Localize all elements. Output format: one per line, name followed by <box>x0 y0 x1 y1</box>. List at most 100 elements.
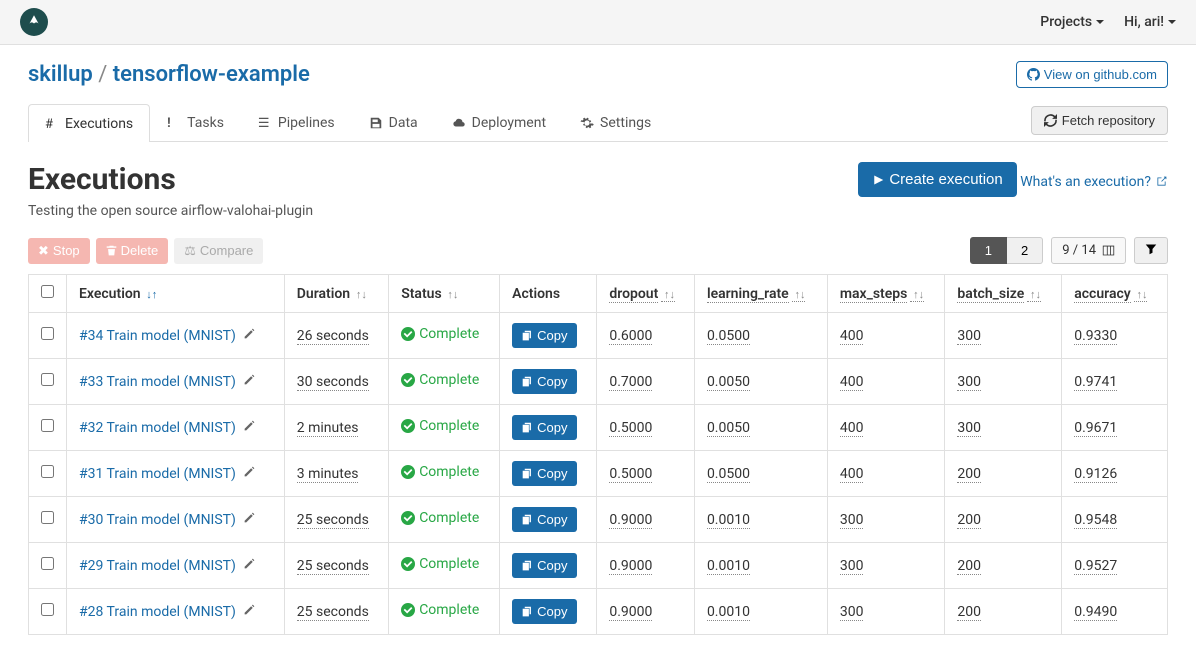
accuracy-value: 0.9330 <box>1074 328 1117 345</box>
page-title: Executions <box>28 162 313 197</box>
exclaim-icon: ! <box>167 116 181 130</box>
duration-value: 3 minutes <box>297 466 359 483</box>
pager-2[interactable]: 2 <box>1007 237 1043 264</box>
page-subtitle: Testing the open source airflow-valohai-… <box>28 203 313 219</box>
fetch-repository-button[interactable]: Fetch repository <box>1031 106 1168 135</box>
max-steps-value: 300 <box>840 558 864 575</box>
duration-value: 2 minutes <box>297 420 359 437</box>
row-checkbox[interactable] <box>41 465 54 478</box>
copy-button[interactable]: Copy <box>512 461 577 486</box>
tab-pipelines[interactable]: ☰Pipelines <box>241 104 352 141</box>
col-accuracy[interactable]: accuracy ↑↓ <box>1062 275 1168 313</box>
sort-icon: ↑↓ <box>910 288 924 302</box>
execution-link[interactable]: #31 Train model (MNIST) <box>79 466 236 482</box>
stop-button[interactable]: ✖Stop <box>28 238 90 264</box>
col-batch-size[interactable]: batch_size ↑↓ <box>945 275 1062 313</box>
duration-value: 25 seconds <box>297 512 369 529</box>
duration-value: 25 seconds <box>297 558 369 575</box>
col-learning-rate[interactable]: learning_rate ↑↓ <box>694 275 827 313</box>
table-row: #29 Train model (MNIST) 25 seconds Comple… <box>29 543 1168 589</box>
max-steps-value: 400 <box>840 328 864 345</box>
col-dropout[interactable]: dropout ↑↓ <box>597 275 695 313</box>
breadcrumb-org[interactable]: skillup <box>28 62 93 87</box>
col-status[interactable]: Status ↑↓ <box>389 275 500 313</box>
accuracy-value: 0.9741 <box>1074 374 1117 391</box>
pager-1[interactable]: 1 <box>970 237 1007 264</box>
github-label: View on github.com <box>1044 67 1157 82</box>
dropout-value: 0.6000 <box>609 328 652 345</box>
row-checkbox[interactable] <box>41 557 54 570</box>
row-checkbox[interactable] <box>41 373 54 386</box>
sort-icon: ↑↓ <box>1027 288 1041 302</box>
execution-link[interactable]: #32 Train model (MNIST) <box>79 420 236 436</box>
pencil-icon[interactable] <box>243 374 256 390</box>
row-checkbox[interactable] <box>41 419 54 432</box>
copy-button[interactable]: Copy <box>512 553 577 578</box>
pencil-icon[interactable] <box>243 328 256 344</box>
row-checkbox[interactable] <box>41 603 54 616</box>
pencil-icon[interactable] <box>243 558 256 574</box>
table-row: #31 Train model (MNIST) 3 minutes Complet… <box>29 451 1168 497</box>
sort-icon: ↑↓ <box>1134 288 1148 302</box>
copy-button[interactable]: Copy <box>512 415 577 440</box>
tab-executions[interactable]: #Executions <box>28 104 150 142</box>
columns-icon <box>1102 244 1115 257</box>
copy-button[interactable]: Copy <box>512 507 577 532</box>
tab-tasks[interactable]: !Tasks <box>150 104 241 141</box>
col-duration[interactable]: Duration ↑↓ <box>284 275 388 313</box>
view-github-button[interactable]: View on github.com <box>1016 61 1168 88</box>
brand-logo[interactable] <box>20 8 48 36</box>
hash-icon: # <box>45 117 59 131</box>
tab-deployment[interactable]: Deployment <box>435 104 563 141</box>
learning-rate-value: 0.0050 <box>707 374 750 391</box>
execution-link[interactable]: #34 Train model (MNIST) <box>79 328 236 344</box>
user-menu[interactable]: Hi, ari! <box>1124 14 1176 30</box>
bars-icon: ☰ <box>258 116 272 130</box>
col-max-steps[interactable]: max_steps ↑↓ <box>827 275 945 313</box>
github-icon <box>1027 68 1040 81</box>
status-badge: Complete <box>401 464 479 480</box>
sort-icon: ↑↓ <box>353 288 367 301</box>
max-steps-value: 400 <box>840 466 864 483</box>
pencil-icon[interactable] <box>243 604 256 620</box>
learning-rate-value: 0.0500 <box>707 466 750 483</box>
batch-size-value: 200 <box>957 558 981 575</box>
pencil-icon[interactable] <box>243 512 256 528</box>
status-badge: Complete <box>401 326 479 342</box>
delete-button[interactable]: Delete <box>96 238 169 264</box>
dropout-value: 0.5000 <box>609 420 652 437</box>
dropout-value: 0.9000 <box>609 558 652 575</box>
tab-data[interactable]: Data <box>352 104 435 141</box>
status-badge: Complete <box>401 372 479 388</box>
row-checkbox[interactable] <box>41 327 54 340</box>
copy-button[interactable]: Copy <box>512 369 577 394</box>
execution-link[interactable]: #30 Train model (MNIST) <box>79 512 236 528</box>
max-steps-value: 300 <box>840 604 864 621</box>
execution-link[interactable]: #28 Train model (MNIST) <box>79 604 236 620</box>
status-badge: Complete <box>401 556 479 572</box>
projects-menu[interactable]: Projects <box>1040 14 1104 30</box>
breadcrumb-project[interactable]: tensorflow-example <box>113 62 310 87</box>
filter-button[interactable] <box>1134 237 1168 264</box>
execution-link[interactable]: #29 Train model (MNIST) <box>79 558 236 574</box>
col-execution[interactable]: Execution ↓↑ <box>67 275 285 313</box>
pencil-icon[interactable] <box>243 420 256 436</box>
create-execution-button[interactable]: Create execution <box>858 162 1016 197</box>
max-steps-value: 400 <box>840 420 864 437</box>
select-all-checkbox[interactable] <box>41 285 54 298</box>
cloud-icon <box>452 116 466 130</box>
columns-indicator[interactable]: 9 / 14 <box>1051 237 1126 264</box>
row-checkbox[interactable] <box>41 511 54 524</box>
table-row: #28 Train model (MNIST) 25 secondsComple… <box>29 589 1168 635</box>
batch-size-value: 300 <box>957 328 981 345</box>
tab-settings[interactable]: Settings <box>563 104 668 141</box>
pencil-icon[interactable] <box>243 466 256 482</box>
batch-size-value: 300 <box>957 374 981 391</box>
copy-button[interactable]: Copy <box>512 323 577 348</box>
copy-button[interactable]: Copy <box>512 599 577 624</box>
gear-icon <box>580 116 594 130</box>
execution-link[interactable]: #33 Train model (MNIST) <box>79 374 236 390</box>
whats-execution-link[interactable]: What's an execution? <box>1020 174 1168 190</box>
sort-icon: ↑↓ <box>661 288 675 302</box>
dropout-value: 0.9000 <box>609 604 652 621</box>
